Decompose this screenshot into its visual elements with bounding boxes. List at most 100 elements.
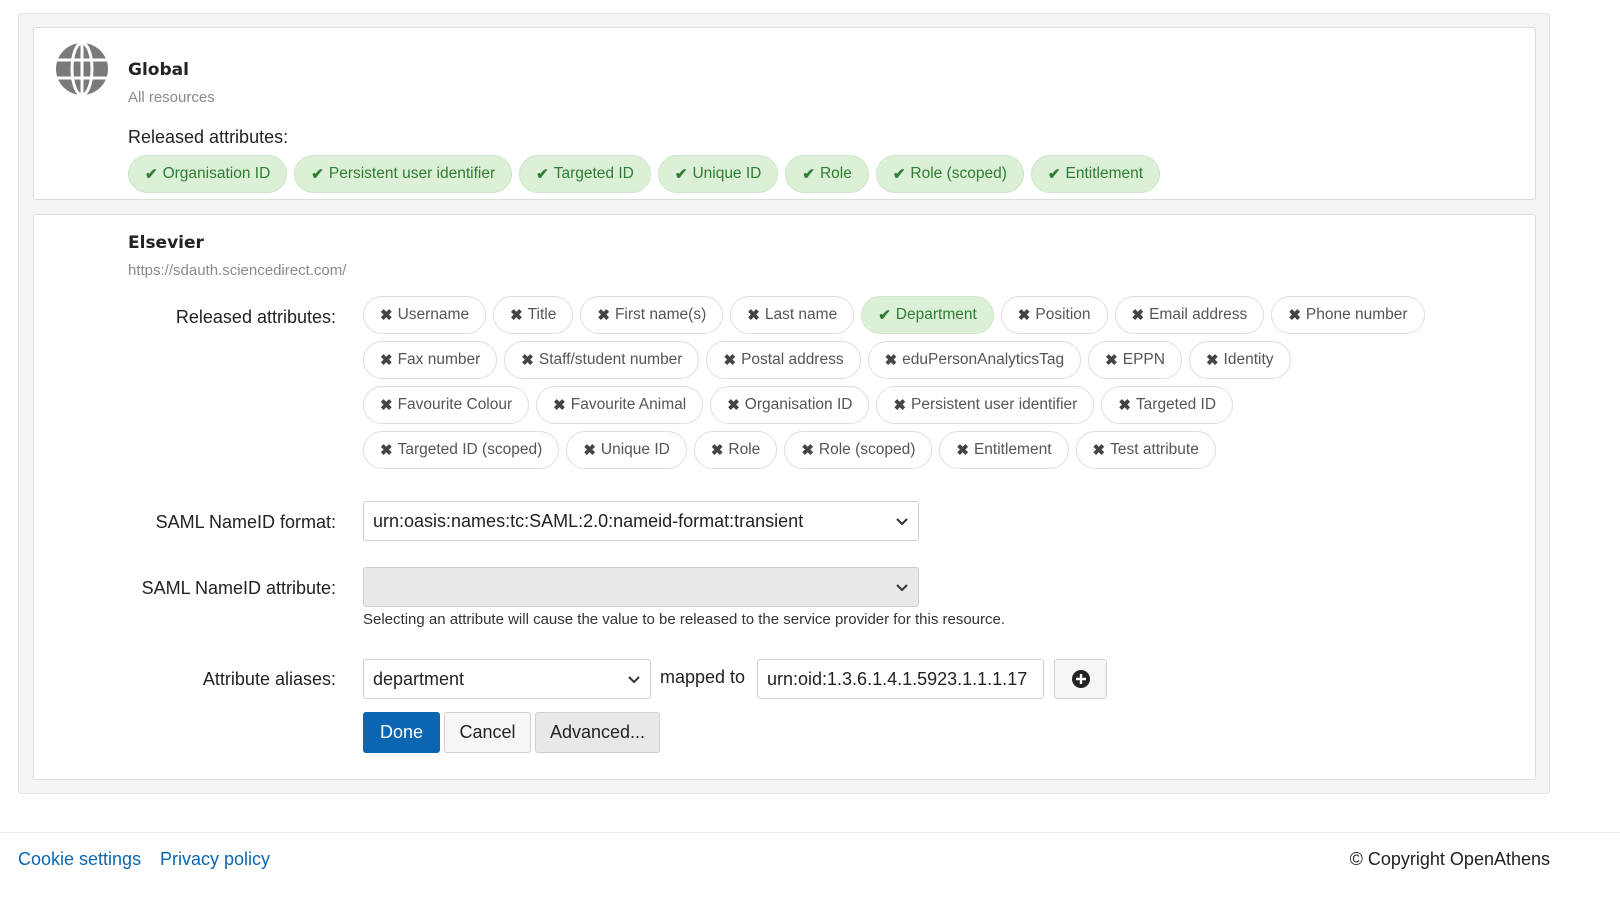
add-alias-button[interactable] — [1054, 659, 1107, 699]
attribute-pill-label: Entitlement — [1065, 165, 1144, 182]
attribute-pill[interactable]: ✖ Organisation ID — [710, 386, 870, 424]
attribute-pill[interactable]: ✖ Phone number — [1271, 296, 1425, 334]
check-icon: ✔ — [878, 307, 891, 324]
done-button[interactable]: Done — [363, 712, 440, 753]
attribute-pill[interactable]: ✖ Role — [693, 431, 778, 469]
alias-value-input[interactable]: urn:oid:1.3.6.1.4.1.5923.1.1.1.17 — [757, 659, 1044, 699]
nameid-format-value: urn:oasis:names:tc:SAML:2.0:nameid-forma… — [373, 510, 804, 531]
attribute-pill[interactable]: ✖ Test attribute — [1075, 431, 1216, 469]
alias-attribute-select[interactable]: department — [363, 659, 651, 699]
alias-select-value: department — [373, 668, 465, 689]
privacy-policy-link[interactable]: Privacy policy — [160, 849, 270, 870]
close-icon: ✖ — [1017, 307, 1031, 324]
attribute-pill-label: Role — [819, 165, 852, 182]
global-title: Global — [128, 60, 189, 80]
attribute-pill-label: Role — [728, 441, 761, 458]
attribute-pill[interactable]: ✖ Fax number — [363, 341, 498, 379]
nameid-format-label: SAML NameID format: — [155, 512, 336, 532]
attribute-pill[interactable]: ✔ Role — [785, 155, 869, 193]
close-icon: ✖ — [380, 397, 393, 414]
close-icon: ✖ — [597, 307, 610, 324]
attribute-pill[interactable]: ✖ Favourite Colour — [363, 386, 530, 424]
attribute-pill-label: Targeted ID — [553, 165, 634, 182]
close-icon: ✖ — [1118, 397, 1131, 414]
attribute-pill[interactable]: ✖ Entitlement — [939, 431, 1069, 469]
close-icon: ✖ — [1205, 352, 1219, 369]
check-icon: ✔ — [892, 166, 906, 183]
check-icon: ✔ — [674, 166, 688, 183]
close-icon: ✖ — [1288, 307, 1301, 324]
global-attribute-list: ✔ Organisation ID ✔ Persistent user identif… — [128, 155, 1161, 193]
attribute-pill[interactable]: ✖ Last name — [730, 296, 855, 334]
close-icon: ✖ — [1131, 307, 1145, 324]
attribute-pill-label: Persistent user identifier — [911, 396, 1078, 413]
attribute-pill[interactable]: ✖ eduPersonAnalyticsTag — [867, 341, 1082, 379]
attribute-pill[interactable]: ✔ Department — [861, 296, 994, 334]
resource-title: Elsevier — [128, 233, 204, 253]
chevron-down-icon — [628, 676, 640, 684]
attribute-pill[interactable]: ✖ Unique ID — [566, 431, 687, 469]
attribute-pill-label: Username — [397, 306, 470, 323]
attribute-pill[interactable]: ✖ Identity — [1188, 341, 1291, 379]
attribute-pill-label: Persistent user identifier — [328, 165, 496, 182]
cookie-settings-link[interactable]: Cookie settings — [18, 849, 141, 870]
attribute-pill-label: Test attribute — [1110, 441, 1199, 458]
attribute-pill[interactable]: ✖ EPPN — [1088, 341, 1182, 379]
close-icon: ✖ — [956, 442, 969, 459]
close-icon: ✖ — [380, 352, 393, 369]
attribute-pill[interactable]: ✔ Role (scoped) — [875, 155, 1024, 193]
nameid-attribute-help: Selecting an attribute will cause the va… — [363, 611, 1006, 628]
global-resource-card: Global All resources Released attributes… — [33, 27, 1536, 200]
attribute-pill[interactable]: ✖ Favourite Animal — [536, 386, 704, 424]
attribute-pill[interactable]: ✖ Targeted ID — [1101, 386, 1234, 424]
attribute-pill-label: Phone number — [1305, 306, 1408, 323]
advanced-button[interactable]: Advanced... — [535, 712, 660, 753]
attribute-pill[interactable]: ✖ Staff/student number — [504, 341, 700, 379]
close-icon: ✖ — [553, 397, 566, 414]
copyright-text: © Copyright OpenAthens — [1349, 849, 1550, 869]
close-icon: ✖ — [710, 442, 724, 459]
attribute-pill-label: Title — [527, 306, 557, 323]
attribute-pill[interactable]: ✔ Organisation ID — [128, 155, 288, 193]
attribute-pill-label: Favourite Colour — [397, 396, 513, 413]
nameid-format-select[interactable]: urn:oasis:names:tc:SAML:2.0:nameid-forma… — [363, 501, 919, 541]
attribute-pill[interactable]: ✔ Targeted ID — [519, 155, 651, 193]
attribute-pill-label: Identity — [1223, 351, 1274, 368]
nameid-attribute-label: SAML NameID attribute: — [141, 578, 336, 598]
attribute-pill[interactable]: ✖ Title — [493, 296, 574, 334]
attribute-pill[interactable]: ✖ Persistent user identifier — [876, 386, 1095, 424]
attribute-pill[interactable]: ✖ Username — [363, 296, 487, 334]
attribute-pill-label: Unique ID — [692, 165, 762, 182]
attribute-pill-label: Postal address — [741, 351, 844, 368]
attribute-pill[interactable]: ✖ Targeted ID (scoped) — [363, 431, 560, 469]
attribute-pill[interactable]: ✖ First name(s) — [580, 296, 724, 334]
close-icon: ✖ — [521, 352, 534, 369]
attribute-pill-label: Targeted ID — [1135, 396, 1217, 413]
attribute-row: ✖ Favourite Colour ✖ Favourite Animal ✖ Organ… — [363, 386, 1234, 424]
attribute-pill-label: Staff/student number — [538, 351, 683, 368]
attribute-pill[interactable]: ✖ Position — [1000, 296, 1108, 334]
aliases-label: Attribute aliases: — [202, 669, 336, 689]
mapped-to-label: mapped to — [660, 667, 746, 687]
attribute-pill[interactable]: ✔ Persistent user identifier — [294, 155, 513, 193]
attribute-pill[interactable]: ✖ Role (scoped) — [784, 431, 933, 469]
check-icon: ✔ — [1047, 166, 1061, 183]
attribute-pill[interactable]: ✔ Unique ID — [657, 155, 779, 193]
attribute-pill[interactable]: ✖ Postal address — [706, 341, 861, 379]
attribute-pill-label: Last name — [764, 306, 838, 323]
close-icon: ✖ — [747, 307, 760, 324]
attribute-pill-label: Favourite Animal — [570, 396, 687, 413]
attribute-pill-label: Fax number — [397, 351, 481, 368]
close-icon: ✖ — [510, 307, 523, 324]
close-icon: ✖ — [884, 352, 898, 369]
close-icon: ✖ — [727, 397, 740, 414]
attribute-pill[interactable]: ✖ Email address — [1114, 296, 1265, 334]
close-icon: ✖ — [380, 307, 393, 324]
cancel-button[interactable]: Cancel — [444, 712, 531, 753]
chevron-down-icon — [896, 518, 908, 526]
attribute-pill-label: Unique ID — [600, 441, 670, 458]
check-icon: ✔ — [145, 166, 158, 183]
attribute-row: ✖ Fax number ✖ Staff/student number ✖ Postal … — [363, 341, 1291, 379]
attribute-pill[interactable]: ✔ Entitlement — [1030, 155, 1161, 193]
nameid-attribute-select[interactable] — [363, 567, 919, 607]
